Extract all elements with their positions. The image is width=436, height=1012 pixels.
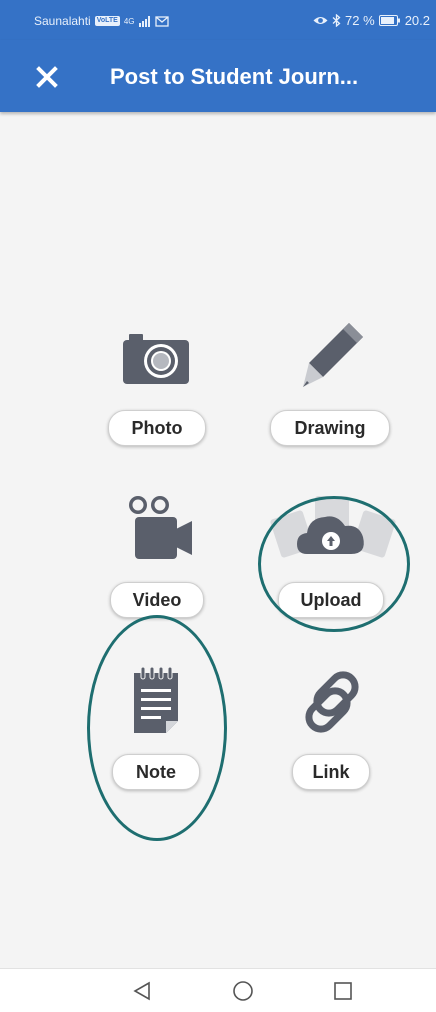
option-photo[interactable]: Photo: [86, 318, 226, 446]
battery-percent: 72 %: [345, 13, 375, 28]
camera-icon: [123, 334, 189, 384]
app-bar: Post to Student Journ...: [0, 40, 436, 112]
close-icon: [36, 66, 58, 88]
option-note[interactable]: Note: [86, 662, 226, 790]
back-triangle-icon: [133, 981, 150, 1001]
page-title: Post to Student Journ...: [110, 64, 359, 89]
status-bar: Saunalahti VoLTE 4G 72 % 20.2: [0, 0, 436, 40]
home-button[interactable]: [232, 980, 254, 1002]
option-video[interactable]: Video: [86, 490, 226, 618]
network-type: 4G: [123, 16, 135, 26]
link-icon: [305, 671, 359, 733]
notepad-icon: [134, 666, 178, 733]
option-drawing[interactable]: Drawing: [262, 318, 402, 446]
back-button[interactable]: [131, 980, 153, 1002]
bluetooth-icon: [332, 14, 341, 27]
link-button[interactable]: Link: [292, 754, 370, 790]
recents-square-icon: [334, 982, 352, 1000]
upload-button[interactable]: Upload: [278, 582, 384, 618]
volte-badge: VoLTE: [94, 16, 120, 26]
drawing-button[interactable]: Drawing: [270, 410, 390, 446]
option-link[interactable]: Link: [262, 662, 402, 790]
close-button[interactable]: [30, 60, 64, 94]
signal-icon: [138, 15, 150, 27]
system-nav-bar: [0, 968, 436, 1012]
photo-button[interactable]: Photo: [108, 410, 206, 446]
status-right: 72 % 20.2: [313, 13, 430, 28]
home-circle-icon: [233, 981, 253, 1001]
battery-icon: [378, 15, 400, 26]
cloud-upload-icon: [270, 496, 396, 558]
video-button[interactable]: Video: [110, 582, 204, 618]
option-upload[interactable]: Upload: [262, 490, 402, 618]
pencil-icon: [303, 323, 363, 387]
status-left: Saunalahti VoLTE 4G: [34, 14, 169, 28]
recents-button[interactable]: [332, 980, 354, 1002]
message-icon: [154, 15, 169, 27]
carrier-name: Saunalahti: [34, 14, 91, 28]
note-button[interactable]: Note: [112, 754, 200, 790]
video-camera-icon: [129, 496, 192, 559]
clock: 20.2: [404, 13, 430, 28]
eye-icon: [313, 17, 328, 24]
